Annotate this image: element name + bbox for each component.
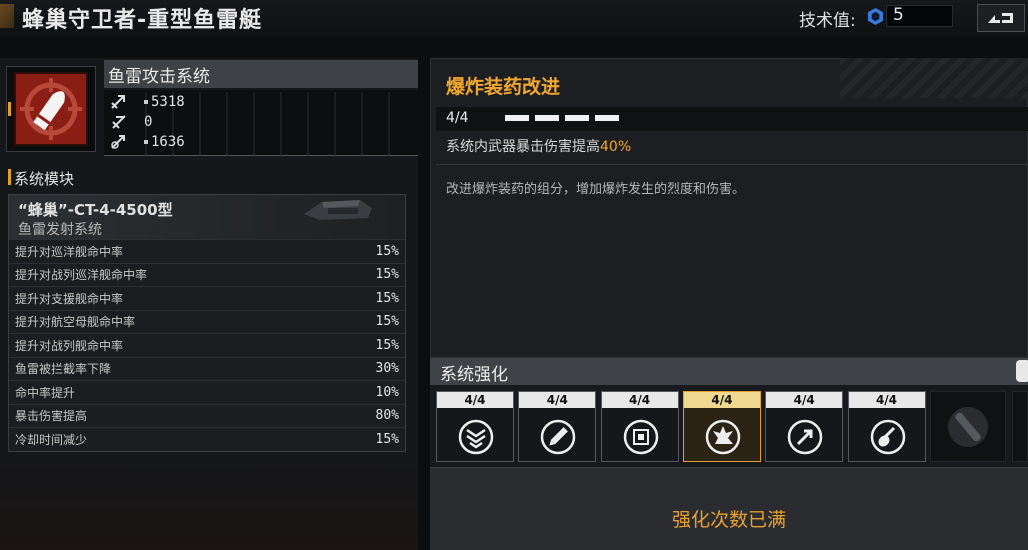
title-mark bbox=[0, 4, 14, 28]
module-row-name: 提升对战列舰命中率 bbox=[15, 338, 124, 353]
stat-marker bbox=[144, 100, 148, 104]
explosion-icon bbox=[705, 419, 741, 455]
stat-row-attack: 5318 bbox=[110, 92, 185, 112]
back-button[interactable] bbox=[977, 4, 1025, 32]
enhancement-level: 4/4 bbox=[848, 392, 925, 408]
upgrade-desc-text: 系统内武器暴击伤害提高 bbox=[446, 139, 600, 155]
module-row: 鱼雷被拦截率下降 30% bbox=[9, 356, 405, 380]
stat-row-speed: 0 bbox=[110, 112, 152, 132]
module-row-value: 80% bbox=[375, 408, 399, 423]
module-row-name: 鱼雷被拦截率下降 bbox=[15, 362, 112, 376]
hazard-stripe bbox=[840, 58, 1028, 98]
enhancement-level: 4/4 bbox=[601, 392, 678, 408]
torpedo-icon bbox=[20, 78, 82, 140]
module-row-name: 提升对支援舰命中率 bbox=[15, 291, 124, 306]
tech-label: 技术值: bbox=[799, 11, 856, 31]
enhancement-card[interactable]: 4/4 bbox=[765, 391, 844, 462]
stat-marker bbox=[144, 140, 148, 144]
range-icon bbox=[111, 135, 125, 149]
module-row: 提升对战列巡洋舰命中率 15% bbox=[9, 262, 405, 286]
refresh-icon[interactable] bbox=[1016, 360, 1028, 382]
chip-icon bbox=[623, 419, 658, 455]
progress-segment bbox=[595, 115, 619, 121]
enhancement-card[interactable]: 4/4 bbox=[682, 391, 761, 462]
section-marker bbox=[8, 169, 11, 185]
module-row-name: 提升对航空母舰命中率 bbox=[15, 315, 136, 329]
module-row-value: 15% bbox=[375, 314, 399, 329]
enhancement-level: 4/4 bbox=[766, 392, 843, 408]
upgrade-detail-panel bbox=[430, 58, 1028, 358]
launcher-image bbox=[304, 200, 372, 220]
enhancement-card[interactable]: 4/4 bbox=[600, 391, 679, 462]
module-row-name: 提升对巡洋舰命中率 bbox=[15, 244, 124, 259]
module-row-name: 提升对战列巡洋舰命中率 bbox=[15, 268, 148, 282]
tech-point-icon bbox=[867, 7, 884, 26]
tech-value: 5 bbox=[893, 5, 904, 25]
stat-value: 1636 bbox=[151, 134, 185, 150]
module-row: 冷却时间减少 15% bbox=[9, 427, 405, 450]
module-title: “蜂巢”-CT-4-4500型 bbox=[18, 201, 173, 219]
system-icon[interactable] bbox=[14, 72, 88, 146]
locked-slot[interactable] bbox=[930, 391, 1006, 462]
enhancement-level: 4/4 bbox=[683, 392, 760, 408]
missile-locked-icon bbox=[948, 407, 988, 447]
back-arrow-icon bbox=[988, 13, 1013, 23]
enhancement-level: 4/4 bbox=[437, 392, 513, 408]
module-row-value: 15% bbox=[375, 290, 399, 306]
module-row-name: 命中率提升 bbox=[15, 385, 76, 400]
upgrade-desc-value: 40% bbox=[600, 139, 632, 155]
maxed-text: 强化次数已满 bbox=[671, 509, 786, 531]
module-row: 命中率提升 10% bbox=[9, 380, 405, 403]
module-row-value: 10% bbox=[375, 384, 399, 400]
divider bbox=[436, 164, 1028, 165]
progress-segment bbox=[535, 115, 559, 121]
pen-icon bbox=[541, 419, 576, 455]
left-footer bbox=[0, 455, 418, 550]
stat-value: 5318 bbox=[151, 94, 185, 110]
upgrade-flavor-text: 改进爆炸装药的组分，增加爆炸发生的烈度和伤害。 bbox=[446, 182, 746, 197]
enhancement-label: 系统强化 bbox=[440, 365, 508, 385]
module-row: 提升对支援舰命中率 15% bbox=[9, 286, 405, 309]
upgrade-description: 系统内武器暴击伤害提高40% bbox=[446, 136, 631, 156]
module-row: 提升对航空母舰命中率 15% bbox=[9, 309, 405, 333]
system-name: 鱼雷攻击系统 bbox=[108, 67, 210, 87]
modules-heading: 系统模块 bbox=[14, 170, 75, 188]
module-row: 提升对战列舰命中率 15% bbox=[9, 333, 405, 356]
selection-marker bbox=[8, 102, 11, 116]
speed-icon bbox=[112, 115, 126, 129]
progress-segment bbox=[505, 115, 529, 121]
upgrade-title: 爆炸装药改进 bbox=[446, 76, 561, 98]
module-row-value: 15% bbox=[375, 431, 399, 447]
module-row-value: 15% bbox=[375, 267, 399, 282]
enhancement-header bbox=[430, 358, 1028, 385]
stat-row-range: 1636 bbox=[110, 132, 185, 152]
module-row-value: 15% bbox=[375, 337, 399, 353]
progress-segment bbox=[565, 115, 589, 121]
guitar-icon bbox=[870, 419, 905, 455]
module-row-name: 冷却时间减少 bbox=[15, 432, 88, 447]
stat-value: 0 bbox=[144, 114, 153, 130]
module-row-value: 30% bbox=[375, 361, 399, 376]
enhancement-card[interactable]: 4/4 bbox=[436, 391, 514, 462]
shield-arrow-icon bbox=[787, 419, 823, 455]
module-row-value: 15% bbox=[375, 243, 399, 259]
module-row-name: 暴击伤害提高 bbox=[15, 409, 88, 423]
attack-icon bbox=[111, 95, 125, 109]
enhancement-card[interactable]: 4/4 bbox=[518, 391, 597, 462]
rank-chevron-icon bbox=[458, 419, 494, 455]
module-row: 提升对巡洋舰命中率 15% bbox=[9, 239, 405, 262]
enhancement-card[interactable]: 4/4 bbox=[847, 391, 926, 462]
locked-slot-partial bbox=[1012, 391, 1028, 462]
enhancement-level: 4/4 bbox=[519, 392, 596, 408]
page-title: 蜂巢守卫者-重型鱼雷艇 bbox=[22, 8, 263, 33]
module-row: 暴击伤害提高 80% bbox=[9, 403, 405, 427]
upgrade-level: 4/4 bbox=[446, 110, 469, 126]
module-subtitle: 鱼雷发射系统 bbox=[18, 222, 102, 238]
